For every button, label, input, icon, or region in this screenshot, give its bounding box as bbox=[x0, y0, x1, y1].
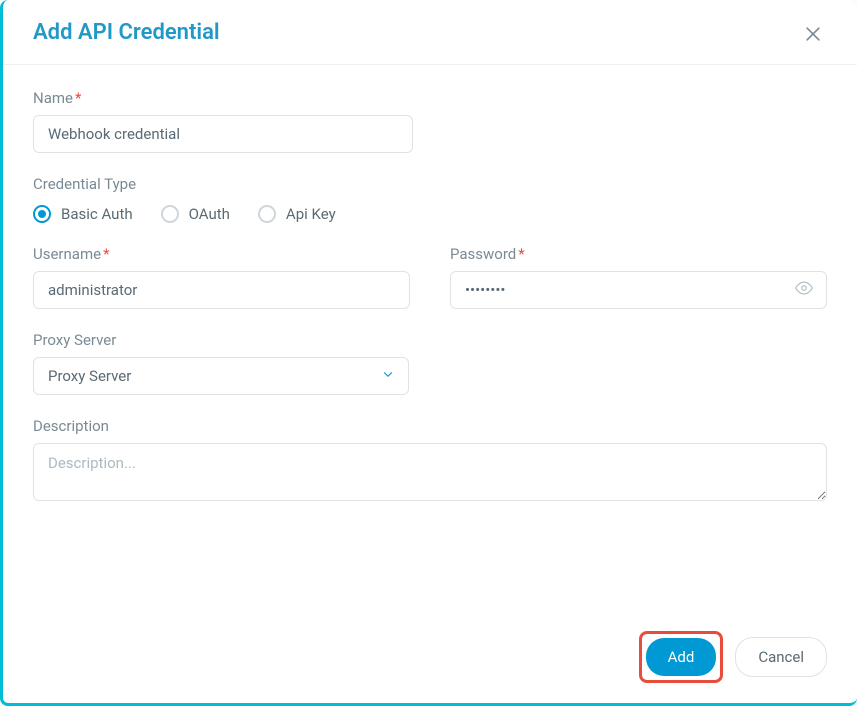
modal-footer: Add Cancel bbox=[3, 615, 857, 703]
add-api-credential-modal: Add API Credential Name* Credential Type bbox=[0, 0, 857, 706]
credential-type-radio-group: Basic Auth OAuth Api Key bbox=[33, 205, 827, 223]
credential-type-group: Credential Type Basic Auth OAuth Api Key bbox=[33, 175, 827, 223]
name-label: Name* bbox=[33, 89, 413, 107]
radio-basic-auth[interactable]: Basic Auth bbox=[33, 205, 133, 223]
description-textarea[interactable] bbox=[33, 443, 827, 501]
eye-icon bbox=[795, 279, 813, 297]
proxy-server-select[interactable]: Proxy Server bbox=[33, 357, 409, 395]
radio-label: Basic Auth bbox=[61, 205, 133, 223]
cancel-button[interactable]: Cancel bbox=[735, 637, 827, 677]
description-label: Description bbox=[33, 417, 827, 435]
password-field-group: Password* bbox=[450, 245, 827, 309]
username-label: Username* bbox=[33, 245, 410, 263]
required-indicator: * bbox=[103, 245, 109, 263]
close-button[interactable] bbox=[799, 20, 827, 48]
name-input[interactable] bbox=[33, 115, 413, 153]
add-button[interactable]: Add bbox=[646, 638, 717, 676]
description-field-group: Description bbox=[33, 417, 827, 501]
radio-label: Api Key bbox=[286, 205, 336, 223]
proxy-server-label: Proxy Server bbox=[33, 331, 413, 349]
password-input[interactable] bbox=[450, 271, 827, 309]
radio-label: OAuth bbox=[189, 205, 230, 223]
modal-title: Add API Credential bbox=[33, 20, 220, 45]
radio-indicator bbox=[161, 205, 179, 223]
name-field-group: Name* bbox=[33, 89, 413, 153]
radio-api-key[interactable]: Api Key bbox=[258, 205, 336, 223]
username-field-group: Username* bbox=[33, 245, 410, 309]
required-indicator: * bbox=[75, 89, 81, 107]
required-indicator: * bbox=[518, 245, 524, 263]
show-password-button[interactable] bbox=[795, 279, 813, 301]
radio-indicator bbox=[258, 205, 276, 223]
close-icon bbox=[803, 24, 823, 44]
radio-oauth[interactable]: OAuth bbox=[161, 205, 230, 223]
radio-indicator bbox=[33, 205, 51, 223]
modal-header: Add API Credential bbox=[3, 0, 857, 65]
credential-type-label: Credential Type bbox=[33, 175, 827, 193]
username-input[interactable] bbox=[33, 271, 410, 309]
password-label: Password* bbox=[450, 245, 827, 263]
proxy-server-field-group: Proxy Server Proxy Server bbox=[33, 331, 413, 395]
modal-body: Name* Credential Type Basic Auth OAuth bbox=[3, 65, 857, 615]
add-button-highlight: Add bbox=[639, 631, 724, 683]
